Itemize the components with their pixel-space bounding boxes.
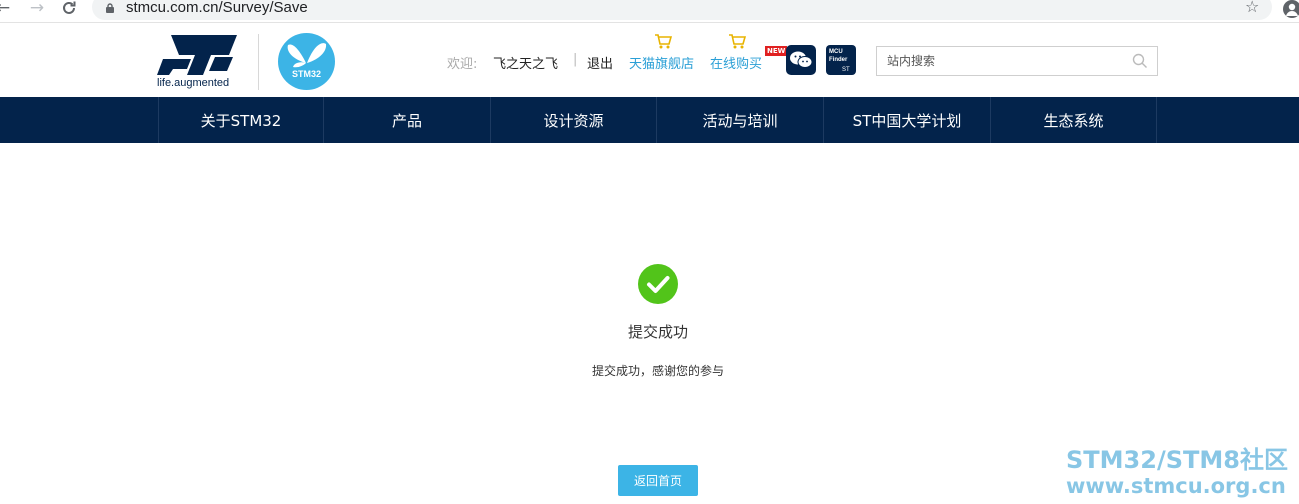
bookmark-star-icon[interactable]: ☆ [1245,0,1259,16]
site-search [876,46,1158,76]
search-icon[interactable] [1132,53,1148,69]
success-check-icon [638,264,678,304]
new-badge: NEW [765,46,788,56]
cart-icon [655,34,672,49]
watermark: STM32/STM8社区 www.stmcu.org.cn [1066,446,1288,498]
welcome-label: 欢迎: [447,57,478,72]
separator: | [573,52,578,67]
cart-icon [729,34,746,49]
main-navigation: 关于STM32 产品 设计资源 活动与培训 ST中国大学计划 生态系统 [0,97,1299,143]
logo-tagline: life.augmented [157,77,230,89]
nav-item-university-program[interactable]: ST中国大学计划 [823,97,990,143]
site-header: life.augmented STM32 欢迎: 飞之天之飞 | 退出 天猫旗舰… [0,23,1299,97]
username-link[interactable]: 飞之天之飞 [493,53,558,72]
mcu-finder-brand: ST [842,67,850,73]
mcu-finder-icon[interactable]: MCU Finder ST [826,45,856,75]
wechat-icon[interactable] [786,45,816,75]
address-bar[interactable]: stmcu.com.cn/Survey/Save ☆ [92,0,1272,20]
url-text[interactable]: stmcu.com.cn/Survey/Save [126,0,308,16]
watermark-title: STM32/STM8社区 [1066,446,1288,474]
logout-link[interactable]: 退出 [587,53,613,72]
nav-item-ecosystem[interactable]: 生态系统 [990,97,1157,143]
nav-item-events-training[interactable]: 活动与培训 [656,97,823,143]
online-buy-link[interactable]: 在线购买 [710,53,762,72]
reload-icon[interactable] [60,0,78,18]
tmall-store-link[interactable]: 天猫旗舰店 [629,53,694,72]
mcu-finder-label: MCU Finder [829,49,848,63]
nav-item-design-resources[interactable]: 设计资源 [490,97,656,143]
watermark-url: www.stmcu.org.cn [1066,474,1286,498]
logo-divider [258,34,259,90]
profile-avatar-icon[interactable] [1283,0,1299,18]
forward-arrow-icon[interactable]: → [28,0,46,18]
success-description: 提交成功，感谢您的参与 [591,364,724,378]
stm32-badge-text: STM32 [291,69,321,79]
success-title: 提交成功 [627,323,688,341]
back-home-button[interactable]: 返回首页 [618,465,698,496]
nav-item-products[interactable]: 产品 [323,97,490,143]
butterfly-icon [287,43,327,68]
browser-toolbar: ← → stmcu.com.cn/Survey/Save ☆ [0,0,1299,22]
nav-item-about-stm32[interactable]: 关于STM32 [158,97,323,143]
back-arrow-icon[interactable]: ← [0,0,12,18]
search-input[interactable] [877,47,1127,75]
lock-icon [106,3,114,13]
stm32-logo[interactable]: STM32 [278,33,335,90]
